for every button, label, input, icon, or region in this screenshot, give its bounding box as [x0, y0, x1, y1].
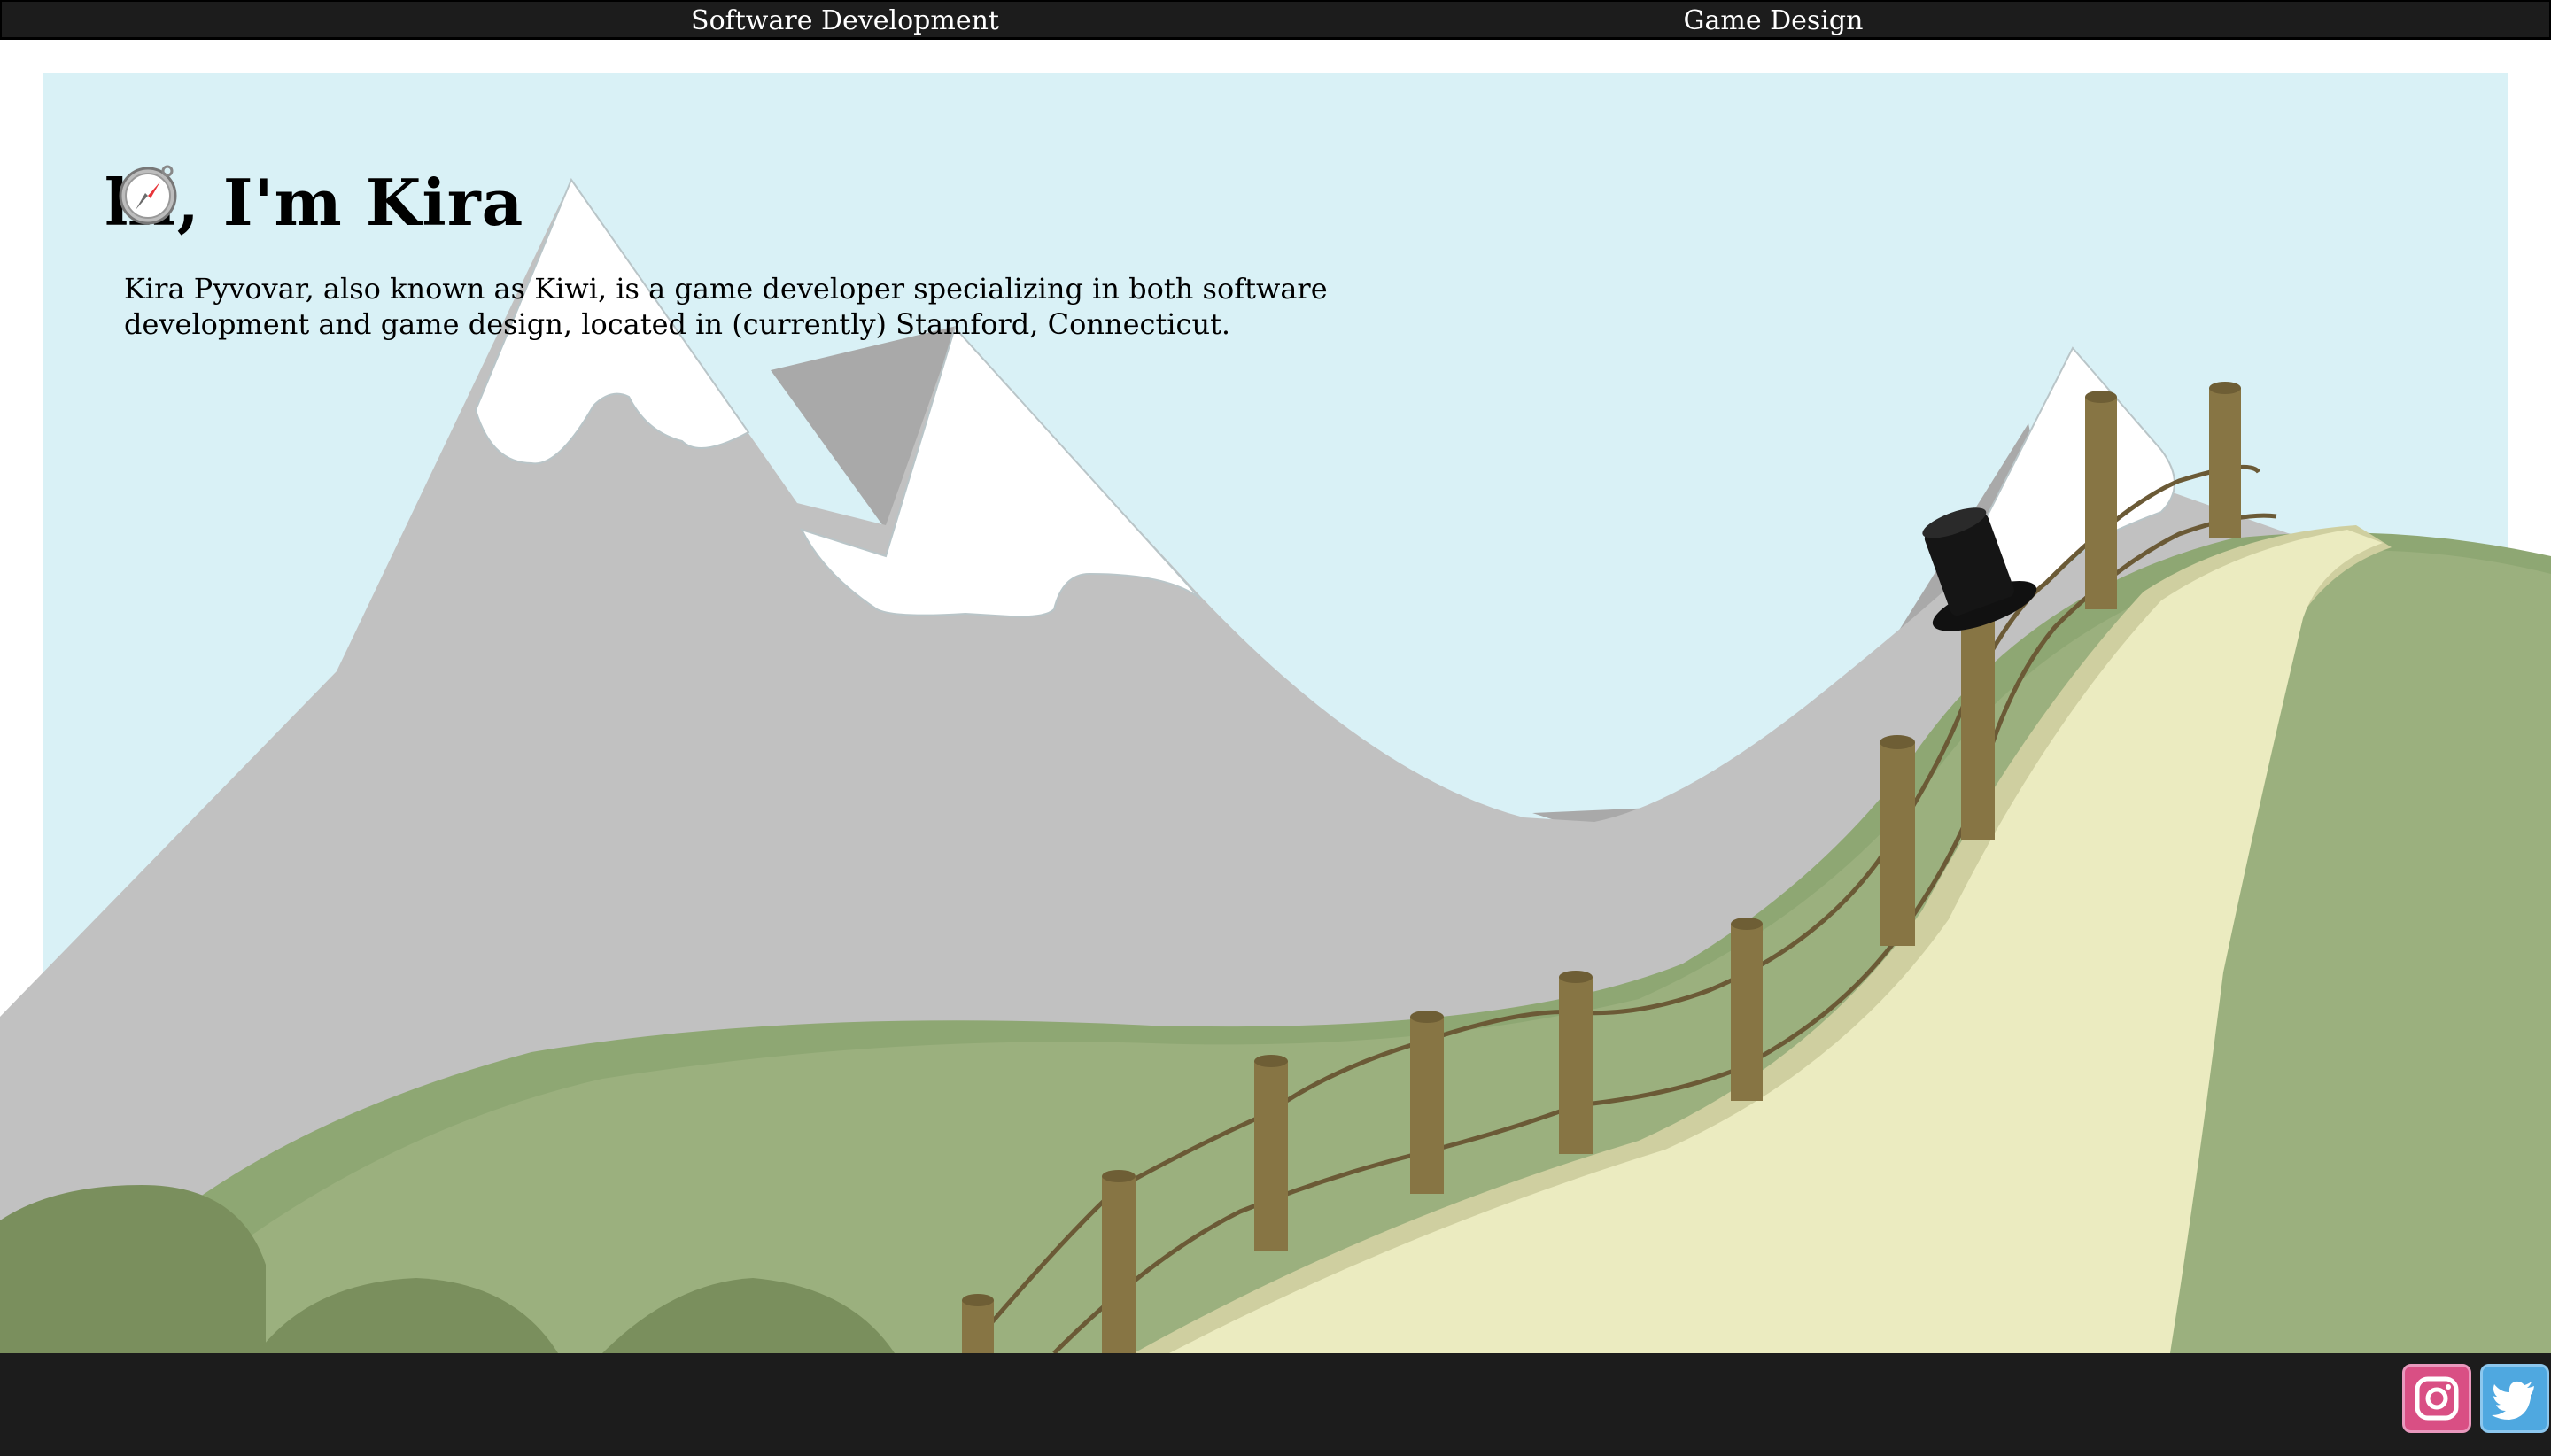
hero-scene: hi, I'm Kira Kira Pyvovar, also known as… — [0, 43, 2551, 1353]
bush-left — [0, 1185, 266, 1353]
instagram-icon[interactable] — [2402, 1364, 2471, 1433]
footer — [0, 1353, 2551, 1456]
nav-link-software-development[interactable]: Software Development — [691, 4, 999, 39]
twitter-glyph — [2492, 1381, 2534, 1420]
intro-paragraph: Kira Pyvovar, also known as Kiwi, is a g… — [124, 272, 1328, 341]
twitter-icon[interactable] — [2480, 1364, 2549, 1433]
nav-link-game-design[interactable]: Game Design — [1684, 4, 1864, 39]
page-title: hi, I'm Kira — [105, 163, 523, 243]
top-nav: Software Development Game Design — [0, 0, 2551, 40]
instagram-glyph — [2415, 1376, 2459, 1421]
compass-icon — [119, 165, 177, 225]
